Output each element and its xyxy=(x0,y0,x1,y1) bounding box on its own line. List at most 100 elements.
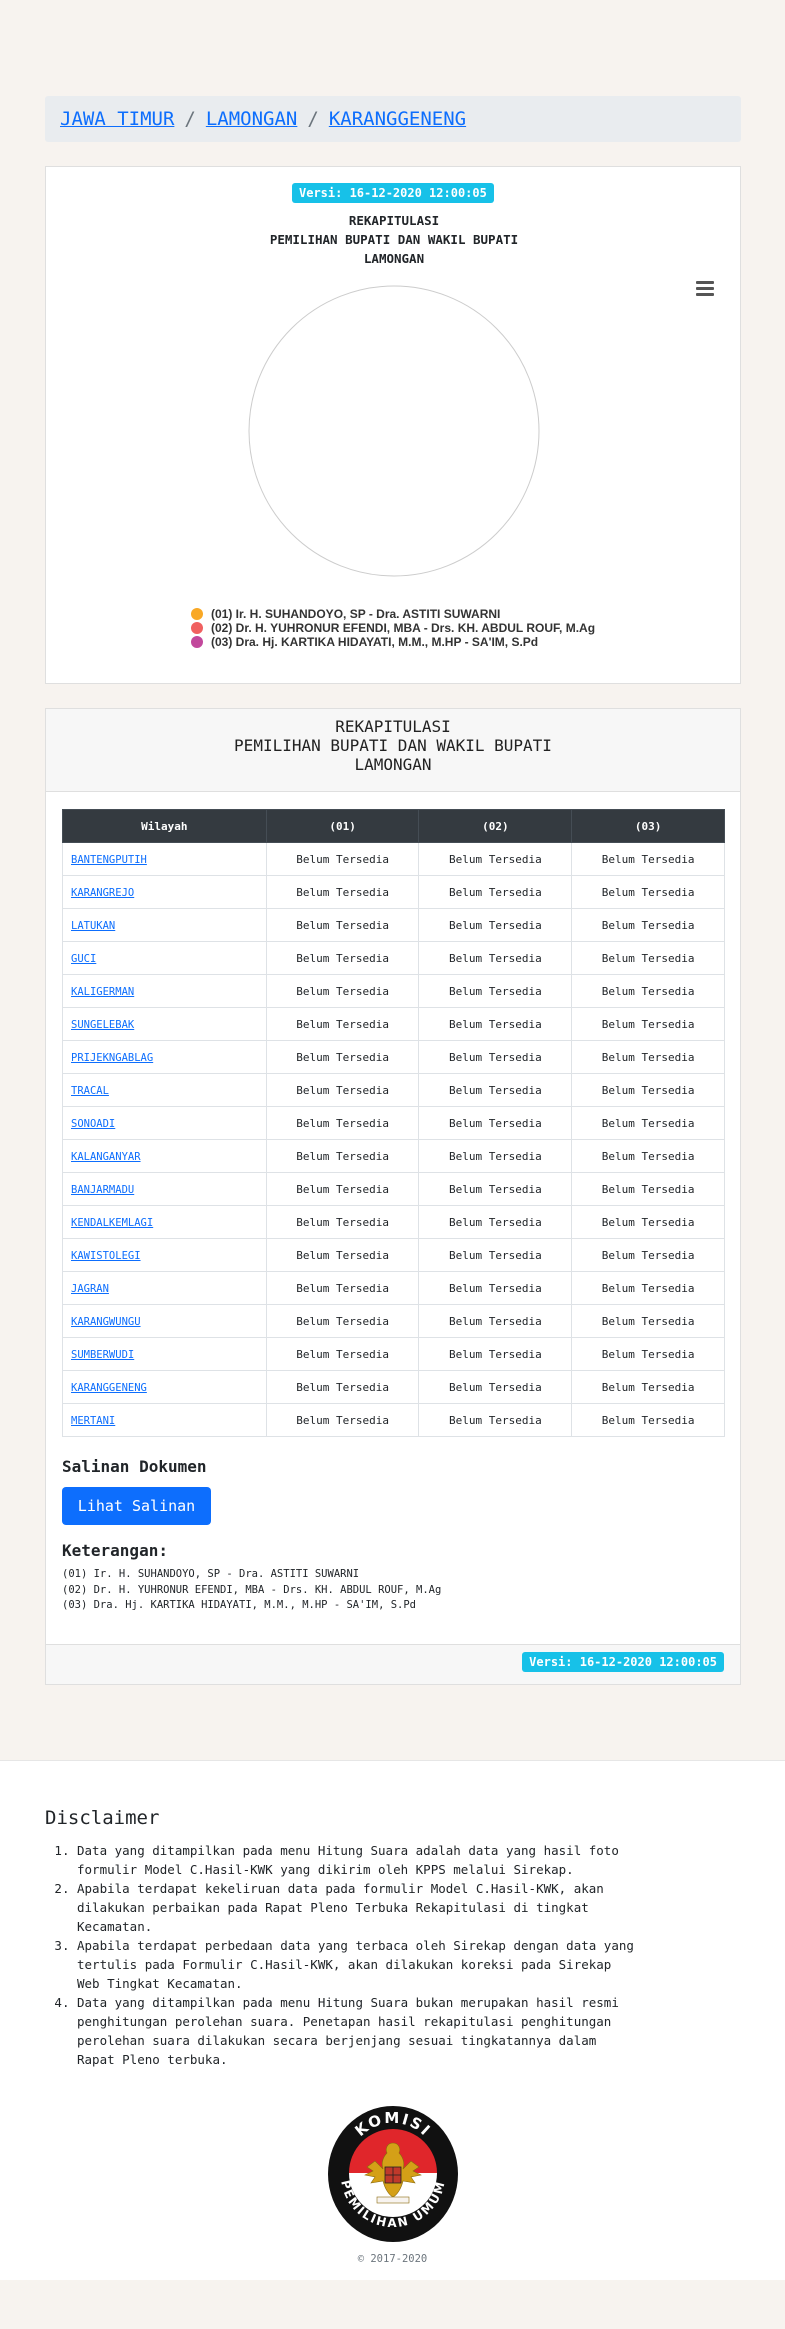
wilayah-link[interactable]: BANTENGPUTIH xyxy=(71,854,147,866)
wilayah-link[interactable]: JAGRAN xyxy=(71,1283,109,1295)
breadcrumb: JAWA TIMUR / LAMONGAN / KARANGGENENG xyxy=(45,96,741,142)
cell-candidate-01: Belum Tersedia xyxy=(265,1040,420,1074)
wilayah-link[interactable]: BANJARMADU xyxy=(71,1184,134,1196)
table-row: PRIJEKNGABLAG Belum Tersedia Belum Tersedi… xyxy=(62,1040,725,1074)
chart-title-line: LAMONGAN xyxy=(363,251,425,266)
cell-candidate-03: Belum Tersedia xyxy=(571,1205,725,1239)
cell-wilayah: MERTANI xyxy=(62,1403,267,1437)
cell-candidate-01: Belum Tersedia xyxy=(265,974,420,1008)
cell-candidate-01: Belum Tersedia xyxy=(265,1073,420,1107)
cell-candidate-03: Belum Tersedia xyxy=(571,1370,725,1404)
kpu-logo: KOMISI PEMILIHAN UMUM xyxy=(328,2106,458,2242)
wilayah-link[interactable]: PRIJEKNGABLAG xyxy=(71,1052,153,1064)
legend-dot xyxy=(191,622,203,634)
wilayah-link[interactable]: KALANGANYAR xyxy=(71,1151,141,1163)
legend-label: (01) Ir. H. SUHANDOYO, SP - Dra. ASTITI … xyxy=(211,607,501,621)
legend-dot xyxy=(191,636,203,648)
cell-candidate-01: Belum Tersedia xyxy=(265,1139,420,1173)
wilayah-link[interactable]: TRACAL xyxy=(71,1085,109,1097)
column-header-02: (02) xyxy=(418,809,573,843)
cell-wilayah: LATUKAN xyxy=(62,908,267,942)
cell-candidate-03: Belum Tersedia xyxy=(571,1007,725,1041)
breadcrumb-separator: / xyxy=(307,108,319,130)
table-row: GUCI Belum Tersedia Belum Tersedia Belum Te… xyxy=(62,941,725,975)
wilayah-link[interactable]: KARANGGENENG xyxy=(71,1382,147,1394)
cell-candidate-03: Belum Tersedia xyxy=(571,941,725,975)
legend-dot xyxy=(191,608,203,620)
wilayah-link[interactable]: KENDALKEMLAGI xyxy=(71,1217,153,1229)
table-row: SONOADI Belum Tersedia Belum Tersedia Belum… xyxy=(62,1106,725,1140)
cell-candidate-02: Belum Tersedia xyxy=(418,1106,573,1140)
table-header-row: Wilayah (01) (02) (03) xyxy=(62,809,725,843)
breadcrumb-link-regency[interactable]: LAMONGAN xyxy=(206,108,298,130)
pie-chart xyxy=(248,285,540,577)
chart-card: Versi: 16-12-2020 12:00:05 REKAPITULASI … xyxy=(45,166,741,684)
table-row: BANTENGPUTIH Belum Tersedia Belum Tersedia… xyxy=(62,842,725,876)
cell-wilayah: SUMBERWUDI xyxy=(62,1337,267,1371)
cell-wilayah: KARANGWUNGU xyxy=(62,1304,267,1338)
cell-candidate-02: Belum Tersedia xyxy=(418,1238,573,1272)
cell-candidate-01: Belum Tersedia xyxy=(265,875,420,909)
salinan-title: Salinan Dokumen xyxy=(62,1457,207,1476)
cell-wilayah: GUCI xyxy=(62,941,267,975)
legend-item[interactable]: (02) Dr. H. YUHRONUR EFENDI, MBA - Drs. … xyxy=(191,621,595,635)
cell-candidate-02: Belum Tersedia xyxy=(418,842,573,876)
chart-legend: (01) Ir. H. SUHANDOYO, SP - Dra. ASTITI … xyxy=(191,607,595,649)
table-row: KENDALKEMLAGI Belum Tersedia Belum Tersedi… xyxy=(62,1205,725,1239)
recap-header-line: REKAPITULASI xyxy=(335,717,451,736)
pie-empty-outline xyxy=(248,285,540,577)
table-row: KARANGREJO Belum Tersedia Belum Tersedia Be… xyxy=(62,875,725,909)
cell-candidate-02: Belum Tersedia xyxy=(418,1139,573,1173)
cell-candidate-03: Belum Tersedia xyxy=(571,1304,725,1338)
cell-candidate-01: Belum Tersedia xyxy=(265,1238,420,1272)
wilayah-link[interactable]: KAWISTOLEGI xyxy=(71,1250,141,1262)
wilayah-link[interactable]: LATUKAN xyxy=(71,920,115,932)
keterangan-list: (01) Ir. H. SUHANDOYO, SP - Dra. ASTITI … xyxy=(62,1567,441,1614)
cell-candidate-01: Belum Tersedia xyxy=(265,941,420,975)
table-row: SUMBERWUDI Belum Tersedia Belum Tersedia Be… xyxy=(62,1337,725,1371)
disclaimer-footer: Disclaimer Data yang ditampilkan pada me… xyxy=(0,1760,785,2280)
wilayah-link[interactable]: KALIGERMAN xyxy=(71,986,134,998)
table-row: SUNGELEBAK Belum Tersedia Belum Tersedia Be… xyxy=(62,1007,725,1041)
cell-candidate-02: Belum Tersedia xyxy=(418,875,573,909)
cell-candidate-03: Belum Tersedia xyxy=(571,1403,725,1437)
legend-label: (03) Dra. Hj. KARTIKA HIDAYATI, M.M., M.… xyxy=(211,635,539,649)
cell-wilayah: SONOADI xyxy=(62,1106,267,1140)
cell-candidate-02: Belum Tersedia xyxy=(418,1007,573,1041)
version-badge: Versi: 16-12-2020 12:00:05 xyxy=(292,183,494,203)
table-row: KALANGANYAR Belum Tersedia Belum Tersedia B… xyxy=(62,1139,725,1173)
breadcrumb-link-district[interactable]: KARANGGENENG xyxy=(329,108,466,130)
wilayah-link[interactable]: KARANGREJO xyxy=(71,887,134,899)
wilayah-link[interactable]: KARANGWUNGU xyxy=(71,1316,141,1328)
wilayah-link[interactable]: SONOADI xyxy=(71,1118,115,1130)
keterangan-title: Keterangan: xyxy=(62,1541,168,1560)
wilayah-link[interactable]: SUNGELEBAK xyxy=(71,1019,134,1031)
cell-candidate-01: Belum Tersedia xyxy=(265,1403,420,1437)
disclaimer-item: Apabila terdapat perbedaan data yang ter… xyxy=(77,1936,635,1993)
cell-candidate-02: Belum Tersedia xyxy=(418,1205,573,1239)
cell-candidate-02: Belum Tersedia xyxy=(418,1172,573,1206)
wilayah-link[interactable]: GUCI xyxy=(71,953,96,965)
cell-wilayah: KALANGANYAR xyxy=(62,1139,267,1173)
breadcrumb-separator: / xyxy=(184,108,196,130)
cell-candidate-03: Belum Tersedia xyxy=(571,908,725,942)
wilayah-link[interactable]: MERTANI xyxy=(71,1415,115,1427)
cell-candidate-02: Belum Tersedia xyxy=(418,1271,573,1305)
disclaimer-item: Apabila terdapat kekeliruan data pada fo… xyxy=(77,1879,635,1936)
recap-header-line: PEMILIHAN BUPATI DAN WAKIL BUPATI xyxy=(234,736,552,755)
lihat-salinan-button[interactable]: Lihat Salinan xyxy=(62,1487,211,1525)
table-row: KARANGGENENG Belum Tersedia Belum Tersedia… xyxy=(62,1370,725,1404)
table-row: BANJARMADU Belum Tersedia Belum Tersedia Be… xyxy=(62,1172,725,1206)
version-badge: Versi: 16-12-2020 12:00:05 xyxy=(522,1652,724,1672)
breadcrumb-link-province[interactable]: JAWA TIMUR xyxy=(60,108,174,130)
table-row: LATUKAN Belum Tersedia Belum Tersedia Belum… xyxy=(62,908,725,942)
legend-item[interactable]: (03) Dra. Hj. KARTIKA HIDAYATI, M.M., M.… xyxy=(191,635,595,649)
wilayah-link[interactable]: SUMBERWUDI xyxy=(71,1349,134,1361)
column-header-01: (01) xyxy=(265,809,420,843)
cell-candidate-01: Belum Tersedia xyxy=(265,908,420,942)
cell-candidate-03: Belum Tersedia xyxy=(571,1271,725,1305)
cell-candidate-02: Belum Tersedia xyxy=(418,1073,573,1107)
legend-item[interactable]: (01) Ir. H. SUHANDOYO, SP - Dra. ASTITI … xyxy=(191,607,595,621)
cell-candidate-01: Belum Tersedia xyxy=(265,842,420,876)
cell-wilayah: KARANGREJO xyxy=(62,875,267,909)
